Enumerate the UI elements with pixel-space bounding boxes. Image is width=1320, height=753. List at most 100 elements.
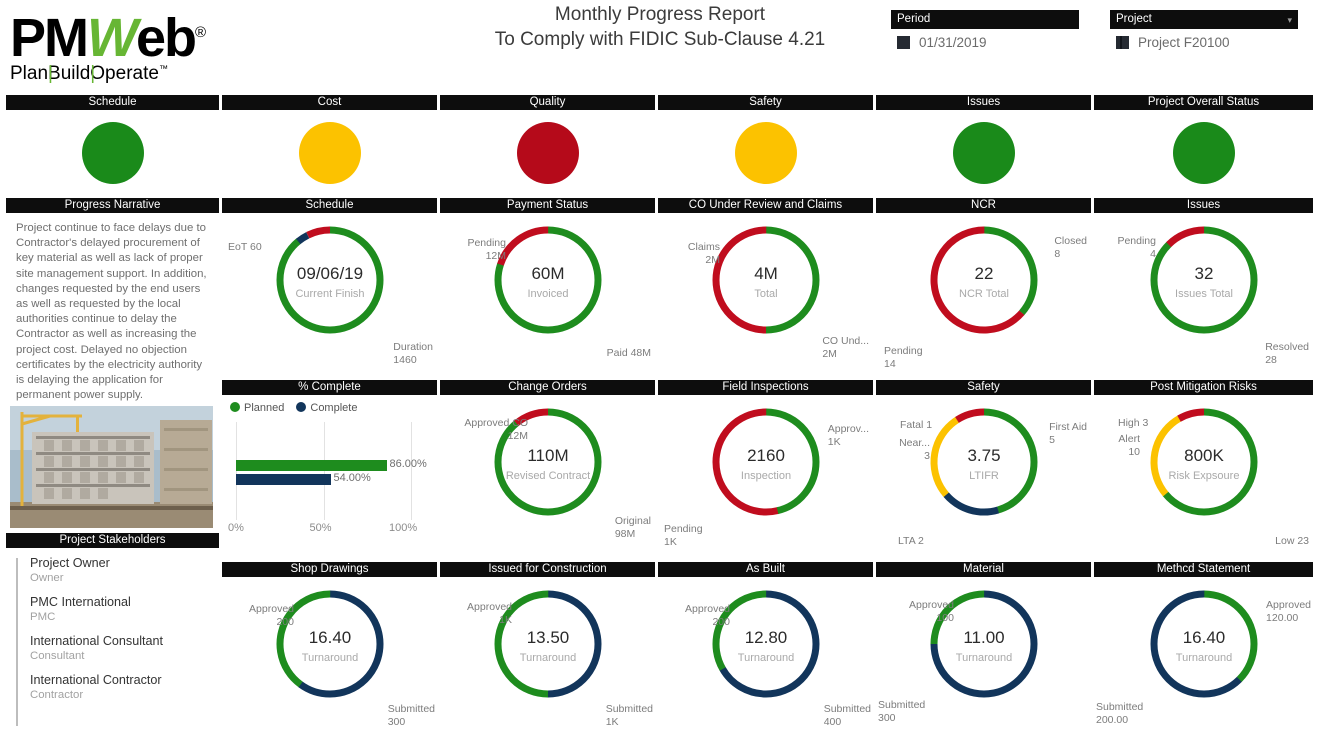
- donut-label-tl: Approved CO 12M: [464, 417, 528, 442]
- stakeholders-card: Project Stakeholders Project Owner Owner P…: [6, 533, 219, 726]
- donut-label-bl: Pending 1K: [664, 523, 703, 548]
- donut-center-label: Turnaround: [1175, 652, 1231, 664]
- period-slicer-header[interactable]: Period: [891, 10, 1079, 29]
- axis-tick-label: 50%: [309, 522, 332, 534]
- stakeholder-role: Consultant: [30, 650, 85, 662]
- status-light-title: Schedule: [6, 95, 219, 110]
- project-slicer-header[interactable]: Project ▾: [1110, 10, 1298, 29]
- percent-complete-legend: Planned Complete: [222, 395, 437, 414]
- project-slicer[interactable]: Project ▾ Project F20100: [1110, 10, 1298, 50]
- status-light-card-safety: Safety: [658, 95, 873, 200]
- status-light-card-schedule: Schedule: [6, 95, 219, 200]
- donut-label-bl: Submitted 200.00: [1096, 701, 1144, 726]
- kpi-card-title: Schedule: [222, 198, 437, 213]
- donut-center-label: Invoiced: [527, 288, 568, 300]
- photo-illustration: [10, 406, 213, 528]
- kpi-card-title: Methcd Statement: [1094, 562, 1313, 577]
- donut-chart: 2160 Inspection: [711, 408, 819, 516]
- period-slicer[interactable]: Period 01/31/2019: [891, 10, 1079, 50]
- kpi-card-payment: Payment Status 60M Invoiced Pending 12M Paid …: [440, 198, 655, 393]
- donut-center-value: 60M: [531, 264, 564, 283]
- donut-label-tl: Pending 12M: [467, 237, 506, 262]
- stakeholder-role: Owner: [30, 572, 64, 584]
- donut-label-tl: Pending 4: [1117, 235, 1156, 260]
- status-light-indicator-green: [81, 122, 144, 184]
- donut-chart: 60M Invoiced: [494, 226, 601, 334]
- stakeholder-role: PMC: [30, 611, 56, 623]
- donut-center-label: Current Finish: [295, 288, 364, 300]
- donut-wrap: 12.80 Turnaround Approved 200 Submitted 400: [658, 577, 873, 753]
- page-title: Monthly Progress Report To Comply with F…: [440, 2, 880, 52]
- donut-center-value: 16.40: [1182, 628, 1225, 647]
- percent-complete-bar-chart: 86.00% 54.00% 0% 50% 100%: [222, 422, 437, 540]
- chevron-down-icon[interactable]: ▾: [1287, 13, 1292, 28]
- status-light-title: Cost: [222, 95, 437, 110]
- donut-label-tl: Approved 1K: [467, 601, 512, 626]
- progress-narrative-text: Project continue to face delays due to C…: [16, 222, 207, 402]
- donut-label-ml: Alert 10: [1118, 433, 1140, 458]
- period-slicer-row[interactable]: 01/31/2019: [891, 29, 1079, 50]
- donut-center-value: 800K: [1184, 446, 1224, 465]
- legend-label: Complete: [310, 402, 358, 414]
- stakeholder-role: Contractor: [30, 689, 84, 701]
- progress-narrative-card: Progress Narrative Project continue to f…: [6, 198, 219, 403]
- donut-wrap: 13.50 Turnaround Approved 1K Submitted 1K: [440, 577, 655, 753]
- donut-label-br: Submitted 400: [823, 703, 871, 728]
- kpi-card-title: As Built: [658, 562, 873, 577]
- status-light-indicator-amber: [298, 122, 361, 184]
- kpi-card-method: Methcd Statement 16.40 Turnaround Approved 1…: [1094, 562, 1313, 753]
- donut-center-label: Inspection: [740, 470, 790, 482]
- donut-label-tr: Approved 120.00: [1266, 599, 1311, 624]
- project-slicer-row[interactable]: Project F20100: [1110, 29, 1298, 50]
- stakeholders-list: Project Owner Owner PMC International PMC In…: [6, 548, 219, 726]
- kpi-card-as-built: As Built 12.80 Turnaround Approved 200 Submit…: [658, 562, 873, 753]
- donut-center-label: Total: [754, 288, 777, 300]
- kpi-card-ifc: Issued for Construction 13.50 Turnaround Ap…: [440, 562, 655, 753]
- donut-center-label: Turnaround: [737, 652, 793, 664]
- logo-text-eb: eb: [135, 8, 197, 68]
- donut-center-value: 4M: [754, 264, 778, 283]
- donut-wrap: 11.00 Turnaround Approved 100 Submitted 300: [876, 577, 1091, 753]
- donut-center-value: 09/06/19: [296, 264, 362, 283]
- bar-complete: [236, 474, 331, 485]
- kpi-card-title: NCR: [876, 198, 1091, 213]
- stakeholders-title: Project Stakeholders: [6, 533, 219, 548]
- bar-value-label-complete: 54.00%: [333, 472, 371, 484]
- donut-center-label: LTIFR: [969, 470, 999, 482]
- kpi-card-title: Post Mitigation Risks: [1094, 380, 1313, 395]
- donut-wrap: 60M Invoiced Pending 12M Paid 48M: [440, 213, 655, 393]
- donut-wrap: 16.40 Turnaround Approved 200 Submitted 300: [222, 577, 437, 753]
- period-slicer-label: Period: [897, 13, 931, 25]
- donut-center-label: Revised Contract: [505, 470, 589, 482]
- axis-tick-label: 100%: [389, 522, 418, 534]
- donut-label-br: Resolved 28: [1265, 341, 1309, 366]
- construction-site-photo: [10, 406, 213, 528]
- stakeholder-item: PMC International PMC: [16, 595, 219, 624]
- legend-label: Planned: [244, 402, 285, 414]
- project-swatch-icon: [1116, 36, 1129, 49]
- donut-label-br: Submitted 1K: [605, 703, 653, 728]
- gridline: [411, 422, 412, 520]
- donut-center-value: 12.80: [744, 628, 787, 647]
- donut-chart: 22 NCR Total: [930, 226, 1037, 334]
- donut-chart: 4M Total: [712, 226, 819, 334]
- kpi-card-title: Issues: [1094, 198, 1313, 213]
- stakeholder-name: International Contractor: [30, 673, 162, 687]
- donut-center-value: 11.00: [963, 628, 1004, 647]
- status-light-title: Safety: [658, 95, 873, 110]
- status-light-title: Quality: [440, 95, 655, 110]
- donut-wrap: 3.75 LTIFR Fatal 1 Near... 3 First Aid 5 LTA 2: [876, 395, 1091, 575]
- donut-center-label: NCR Total: [959, 288, 1009, 300]
- kpi-card-safety: Safety 3.75 LTIFR Fatal 1 Near... 3 First Aid 5…: [876, 380, 1091, 575]
- donut-label-tl: Claims 2M: [687, 241, 720, 266]
- donut-wrap: 16.40 Turnaround Approved 120.00 Submitted 20…: [1094, 577, 1313, 753]
- percent-complete-card: % Complete Planned Complete 86.00% 54.00% 0% 5…: [222, 380, 437, 575]
- report-title-line1: Monthly Progress Report: [554, 4, 766, 25]
- kpi-card-change-orders: Change Orders 110M Revised Contract Approve…: [440, 380, 655, 575]
- stakeholders-rule: [16, 558, 18, 726]
- period-swatch-icon: [897, 36, 910, 49]
- percent-complete-title: % Complete: [222, 380, 437, 395]
- kpi-card-issues: Issues 32 Issues Total Pending 4 Resolved 28: [1094, 198, 1313, 393]
- donut-label-br: Paid 48M: [606, 347, 651, 359]
- donut-label-tl: Approved 200: [249, 603, 294, 628]
